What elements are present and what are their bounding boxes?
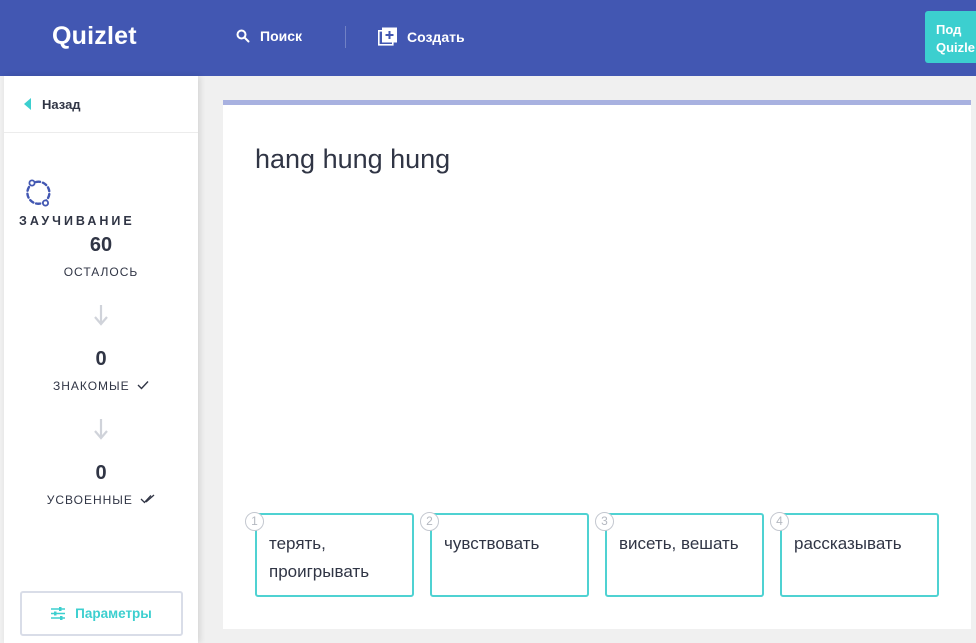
option-text: висеть, вешать bbox=[619, 534, 739, 553]
option-number-badge: 4 bbox=[770, 512, 789, 531]
options-button[interactable]: Параметры bbox=[20, 591, 183, 636]
mastered-count: 0 bbox=[95, 462, 107, 484]
add-set-icon bbox=[378, 27, 397, 46]
option-number-badge: 2 bbox=[420, 512, 439, 531]
learn-sidebar: Назад ЗАУЧИВАНИЕ 60 ОСТАЛОСЬ 0 ЗНАКОМЫЕ … bbox=[4, 76, 198, 643]
mastered-label: УСВОЕННЫЕ bbox=[46, 493, 133, 507]
caret-left-icon bbox=[24, 98, 31, 110]
term-prompt: hang hung hung bbox=[255, 144, 451, 174]
options-label: Параметры bbox=[75, 606, 152, 621]
mode-title: ЗАУЧИВАНИЕ bbox=[19, 214, 135, 228]
upgrade-button[interactable]: Под Quizle bbox=[925, 11, 976, 63]
option-text: чувствовать bbox=[444, 534, 540, 553]
familiar-label-row: ЗНАКОМЫЕ bbox=[4, 379, 198, 393]
search-icon bbox=[236, 29, 250, 43]
mastered-label-row: УСВОЕННЫЕ bbox=[4, 493, 198, 507]
double-check-icon bbox=[140, 494, 155, 504]
answer-option-1[interactable]: 1 терять, проигрывать bbox=[245, 512, 414, 597]
back-label: Назад bbox=[42, 96, 81, 112]
arrow-down-icon bbox=[94, 305, 108, 326]
option-number-badge: 3 bbox=[595, 512, 614, 531]
remaining-label: ОСТАЛОСЬ bbox=[63, 265, 139, 279]
search-nav-button[interactable]: Поиск bbox=[236, 28, 302, 44]
nav-divider bbox=[345, 26, 346, 48]
question-card: hang hung hung 1 терять, проигрывать 2 ч… bbox=[223, 100, 971, 629]
upgrade-label-line1: Под bbox=[936, 22, 962, 37]
learn-mode-icon bbox=[26, 179, 51, 207]
answer-option-4[interactable]: 4 рассказывать bbox=[770, 512, 939, 597]
upgrade-label-line2: Quizle bbox=[936, 40, 976, 55]
option-number-badge: 1 bbox=[245, 512, 264, 531]
familiar-label: ЗНАКОМЫЕ bbox=[52, 379, 130, 393]
quizlet-logo[interactable]: Quizlet bbox=[52, 22, 137, 51]
top-navigation-bar: Quizlet Поиск Создать Под Quizle bbox=[0, 0, 976, 76]
search-nav-label: Поиск bbox=[260, 28, 303, 44]
progress-bar bbox=[223, 100, 971, 105]
answer-option-2[interactable]: 2 чувствовать bbox=[420, 512, 589, 597]
create-nav-label: Создать bbox=[407, 28, 465, 45]
remaining-count: 60 bbox=[89, 234, 113, 256]
answer-option-3[interactable]: 3 висеть, вешать bbox=[595, 512, 764, 597]
arrow-down-icon bbox=[94, 419, 108, 440]
create-nav-button[interactable]: Создать bbox=[378, 27, 465, 46]
option-text: терять, проигрывать bbox=[269, 534, 370, 581]
check-icon bbox=[137, 381, 149, 390]
familiar-count: 0 bbox=[95, 348, 107, 370]
option-text: рассказывать bbox=[794, 534, 902, 553]
back-button[interactable]: Назад bbox=[4, 76, 198, 133]
sliders-icon bbox=[51, 607, 66, 620]
